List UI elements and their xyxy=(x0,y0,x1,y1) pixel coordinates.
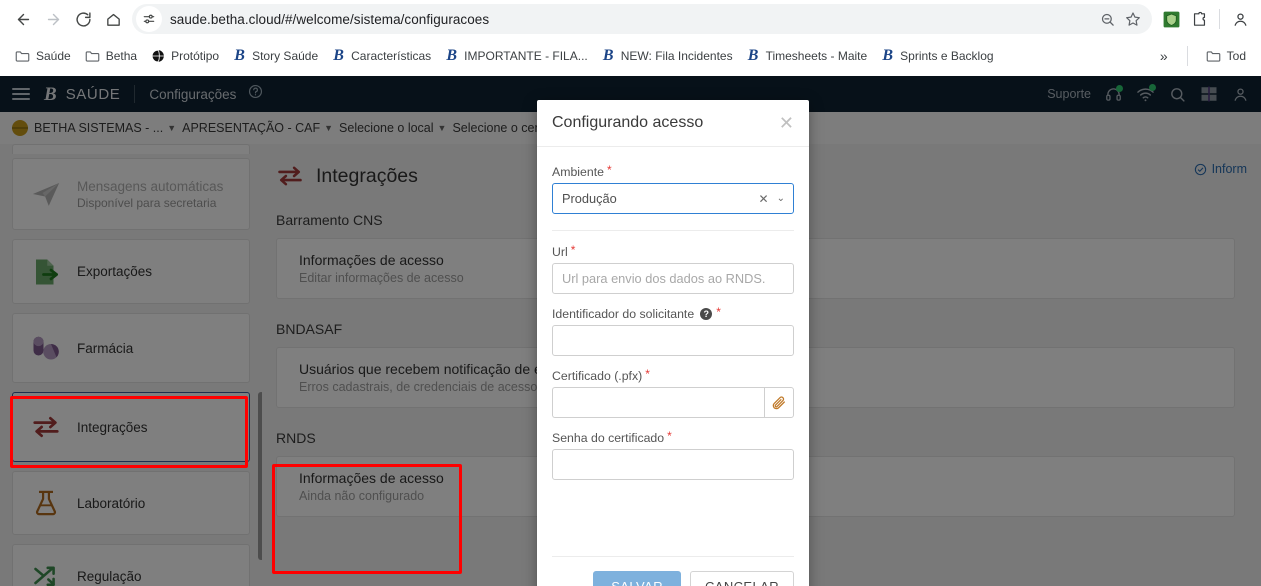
browser-extensions xyxy=(1158,6,1253,32)
identificador-solicitante-input[interactable] xyxy=(552,325,794,356)
required-asterisk: * xyxy=(667,429,672,443)
home-icon[interactable] xyxy=(98,4,128,34)
field-label-text: Identificador do solicitante xyxy=(552,307,695,321)
globe-icon xyxy=(151,49,164,63)
betha-b-icon: B xyxy=(234,47,245,64)
chevron-down-icon[interactable]: ⌄ xyxy=(777,193,785,204)
paperclip-icon[interactable] xyxy=(764,387,794,418)
field-label: Ambiente * xyxy=(552,163,794,179)
bookmark-label: Características xyxy=(351,49,432,63)
star-icon[interactable] xyxy=(1120,6,1146,32)
ambiente-select[interactable]: Produção ✕ ⌄ xyxy=(552,183,794,214)
field-ambiente: Ambiente * Produção ✕ ⌄ xyxy=(552,163,794,214)
puzzle-extension-icon[interactable] xyxy=(1186,6,1212,32)
field-senha-certificado: Senha do certificado * xyxy=(552,429,794,480)
folder-icon xyxy=(1206,51,1220,62)
required-asterisk: * xyxy=(645,367,650,381)
field-label: Certificado (.pfx) * xyxy=(552,367,794,383)
web-application: B SAÚDE Configurações Suporte xyxy=(0,76,1261,586)
field-certificado: Certificado (.pfx) * xyxy=(552,367,794,418)
bookmarks-overflow-button[interactable]: » xyxy=(1152,46,1176,66)
bookmark-item[interactable]: B NEW: Fila Incidentes xyxy=(595,44,740,68)
modal-footer: SALVAR CANCELAR xyxy=(537,556,809,586)
bookmark-label: Sprints e Backlog xyxy=(900,49,994,63)
field-label-text: Url xyxy=(552,245,568,259)
close-icon[interactable]: ✕ xyxy=(779,114,794,132)
field-label: Url * xyxy=(552,243,794,259)
cancel-button[interactable]: CANCELAR xyxy=(690,571,794,586)
modal-actions: SALVAR CANCELAR xyxy=(552,571,794,586)
ambiente-select-value: Produção xyxy=(562,191,617,206)
bookmark-item[interactable]: B Características xyxy=(325,44,438,68)
modal-header: Configurando acesso ✕ xyxy=(537,100,809,147)
certificado-input[interactable] xyxy=(552,387,765,418)
bookmarks-divider xyxy=(1186,46,1188,66)
betha-b-icon: B xyxy=(446,47,457,64)
bookmark-label: Story Saúde xyxy=(252,49,319,63)
address-bar[interactable]: saude.betha.cloud/#/welcome/sistema/conf… xyxy=(132,4,1152,34)
bookmark-item[interactable]: B Sprints e Backlog xyxy=(874,44,1000,68)
bookmark-item[interactable]: Protótipo xyxy=(144,45,226,67)
certificado-input-group xyxy=(552,387,794,418)
bookmark-label: Timesheets - Maite xyxy=(765,49,868,63)
betha-b-icon: B xyxy=(333,47,344,64)
bookmark-item[interactable]: B IMPORTANTE - FILA... xyxy=(438,44,595,68)
back-arrow-icon[interactable] xyxy=(8,4,38,34)
address-bar-url: saude.betha.cloud/#/welcome/sistema/conf… xyxy=(170,11,490,27)
bookmark-item[interactable]: B Timesheets - Maite xyxy=(740,44,875,68)
shield-extension-icon[interactable] xyxy=(1158,6,1184,32)
site-settings-icon[interactable] xyxy=(136,6,162,32)
profile-icon[interactable] xyxy=(1227,6,1253,32)
bookmark-label: Saúde xyxy=(36,49,71,63)
configurando-acesso-modal: Configurando acesso ✕ Ambiente * Produçã… xyxy=(537,100,809,586)
toolbar-divider xyxy=(1219,9,1220,29)
field-label: Identificador do solicitante ? * xyxy=(552,305,794,321)
field-label-text: Ambiente xyxy=(552,165,604,179)
bookmark-item-other[interactable]: Tod xyxy=(1199,45,1253,67)
modal-title: Configurando acesso xyxy=(552,114,704,131)
field-url: Url * xyxy=(552,243,794,294)
betha-b-icon: B xyxy=(882,47,893,64)
forward-arrow-icon[interactable] xyxy=(38,4,68,34)
bookmarks-overflow-area: » Tod xyxy=(1152,45,1253,67)
field-label-text: Certificado (.pfx) xyxy=(552,369,643,383)
folder-icon xyxy=(85,51,100,62)
reload-icon[interactable] xyxy=(68,4,98,34)
senha-certificado-input[interactable] xyxy=(552,449,794,480)
browser-toolbar: saude.betha.cloud/#/welcome/sistema/conf… xyxy=(0,0,1261,38)
required-asterisk: * xyxy=(716,305,721,319)
clear-x-icon[interactable]: ✕ xyxy=(759,192,769,206)
bookmark-item[interactable]: Betha xyxy=(78,45,144,67)
screenshot-root: saude.betha.cloud/#/welcome/sistema/conf… xyxy=(0,0,1261,586)
required-asterisk: * xyxy=(606,163,612,177)
bookmark-label: IMPORTANTE - FILA... xyxy=(464,49,588,63)
field-label: Senha do certificado * xyxy=(552,429,794,445)
bookmark-label: Betha xyxy=(105,49,138,63)
field-label-text: Senha do certificado xyxy=(552,431,665,445)
url-input[interactable] xyxy=(552,263,794,294)
bookmark-label: Tod xyxy=(1226,49,1246,63)
field-identificador-solicitante: Identificador do solicitante ? * xyxy=(552,305,794,356)
modal-body: Ambiente * Produção ✕ ⌄ Url * Url para e… xyxy=(537,147,809,556)
footer-divider xyxy=(552,556,794,557)
bookmark-label: NEW: Fila Incidentes xyxy=(620,49,733,63)
betha-b-icon: B xyxy=(602,47,614,64)
help-circle-icon[interactable]: ? xyxy=(700,308,713,320)
required-asterisk: * xyxy=(570,243,576,257)
folder-icon xyxy=(15,51,30,62)
betha-b-icon: B xyxy=(747,47,759,64)
modal-divider xyxy=(552,230,794,231)
bookmark-item[interactable]: B Story Saúde xyxy=(226,44,325,68)
bookmarks-bar: Saúde Betha Protótipo B Story Saúde B Ca… xyxy=(0,38,1261,74)
bookmark-label: Protótipo xyxy=(171,49,220,63)
save-button[interactable]: SALVAR xyxy=(593,571,681,586)
zoom-out-icon[interactable] xyxy=(1094,6,1120,32)
bookmark-item[interactable]: Saúde xyxy=(8,45,78,67)
